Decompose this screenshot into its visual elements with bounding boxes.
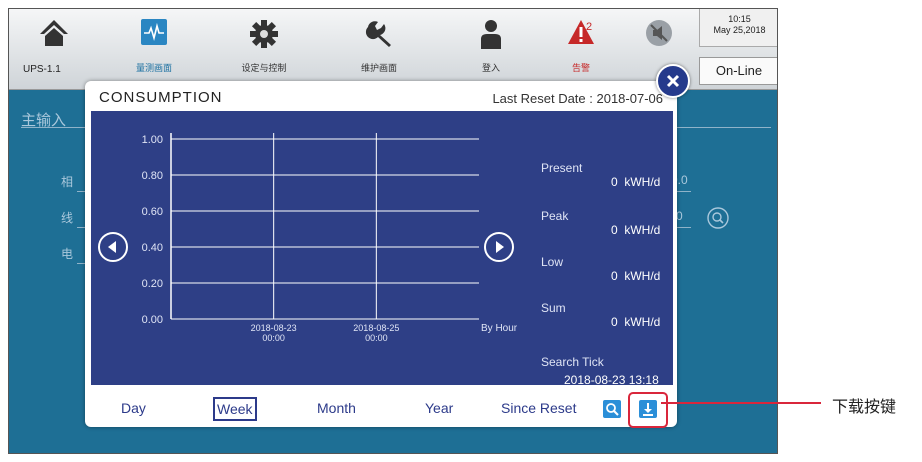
prev-page-button[interactable] [98, 232, 128, 262]
ups-screen: UPS-1.1 量测画面 设定与控制 维护画面 登入 2 告警 10:15 Ma… [8, 8, 778, 454]
background-value: 0 [676, 209, 683, 223]
stat-peak-value: 0 kWH/d [611, 223, 660, 237]
stat-low-value: 0 kWH/d [611, 269, 660, 283]
consumption-chart: 1.000.800.600.400.200.002018-08-2300:002… [142, 133, 479, 343]
stat-number: 0 [611, 223, 618, 237]
stat-number: 0 [611, 269, 618, 283]
nav-login[interactable]: 登入 [446, 9, 536, 75]
gear-icon [250, 20, 278, 48]
x-tick-date: 2018-08-23 [251, 323, 297, 333]
nav-measurement-label: 量测画面 [135, 63, 172, 73]
stat-unit: kWH/d [624, 223, 661, 237]
tab-year[interactable]: Year [425, 397, 453, 419]
last-reset-date: Last Reset Date : 2018-07-06 [492, 91, 663, 106]
y-tick-label: 0.60 [142, 206, 163, 218]
x-tick-time: 00:00 [365, 333, 388, 343]
consumption-dialog: CONSUMPTION Last Reset Date : 2018-07-06… [85, 81, 677, 428]
background-row-char: 线 [61, 211, 74, 225]
stat-number: 0 [611, 315, 618, 329]
search-button[interactable] [603, 400, 621, 418]
background-row-char: 电 [61, 247, 74, 261]
nav-login-label: 登入 [481, 63, 500, 73]
stat-number: 0 [611, 175, 618, 189]
x-tick-date: 2018-08-25 [353, 323, 399, 333]
ups-id-label: UPS-1.1 [23, 64, 61, 75]
waveform-icon [141, 19, 167, 45]
tab-day[interactable]: Day [121, 397, 146, 419]
background-divider [77, 263, 85, 264]
stat-unit: kWH/d [624, 175, 661, 189]
alarm-count-badge: 2 [586, 21, 593, 33]
nav-settings-label: 设定与控制 [241, 63, 287, 73]
stat-present-value: 0 kWH/d [611, 175, 660, 189]
stat-peak-label: Peak [541, 209, 569, 223]
nav-alarm[interactable]: 2 告警 [536, 9, 626, 75]
x-tick-time: 00:00 [262, 333, 285, 343]
chevron-right-icon [496, 241, 504, 253]
nav-maintenance[interactable]: 维护画面 [334, 9, 424, 75]
nav-settings[interactable]: 设定与控制 [219, 9, 309, 75]
close-dialog-button[interactable] [656, 64, 690, 98]
stat-unit: kWH/d [624, 269, 661, 283]
home-icon [40, 20, 68, 46]
clock-display: 10:15 May 25,2018 [699, 9, 777, 47]
wrench-icon [365, 21, 391, 47]
nav-alarm-label: 告警 [571, 63, 590, 73]
y-tick-label: 0.40 [142, 242, 163, 254]
download-highlight-box [628, 392, 668, 428]
dialog-title: CONSUMPTION [99, 89, 223, 106]
background-row-char: 相 [61, 175, 74, 189]
background-divider [77, 191, 85, 192]
status-badge: On-Line [699, 57, 777, 85]
period-tabs: Day Week Month Year Since Reset [85, 397, 677, 421]
by-hour-label: By Hour [481, 323, 518, 334]
callout-line [661, 402, 821, 404]
nav-measurement[interactable]: 量测画面 [109, 9, 199, 75]
y-tick-label: 0.80 [142, 170, 163, 182]
clock-time: 10:15 [728, 14, 751, 24]
mute-icon [646, 20, 672, 46]
nav-maintenance-label: 维护画面 [360, 63, 397, 73]
stat-low-label: Low [541, 255, 564, 269]
chevron-left-icon [108, 241, 116, 253]
search-icon [606, 403, 619, 416]
user-icon [481, 20, 501, 49]
chart-panel: 1.00 0.80 0.60 0.40 0.20 0.00 2018-08-23 00:00 2… [91, 111, 673, 387]
tab-since-reset[interactable]: Since Reset [501, 397, 576, 419]
search-tick-label: Search Tick [541, 355, 604, 369]
stat-sum-value: 0 kWH/d [611, 315, 660, 329]
tab-week[interactable]: Week [213, 397, 257, 421]
tab-month[interactable]: Month [317, 397, 356, 419]
magnify-icon[interactable] [707, 207, 729, 229]
y-tick-label: 0.00 [142, 314, 163, 326]
next-page-button[interactable] [484, 232, 514, 262]
download-button-callout: 下载按键 [832, 399, 897, 416]
y-tick-label: 1.00 [142, 134, 163, 146]
stat-sum-label: Sum [541, 301, 566, 315]
close-icon [666, 74, 680, 88]
clock-date: May 25,2018 [713, 25, 766, 35]
stat-present-label: Present [541, 161, 583, 175]
y-tick-label: 0.20 [142, 278, 163, 290]
stat-unit: kWH/d [624, 315, 661, 329]
search-tick-time: 2018-08-23 13:18 [564, 373, 659, 387]
background-divider [77, 227, 85, 228]
